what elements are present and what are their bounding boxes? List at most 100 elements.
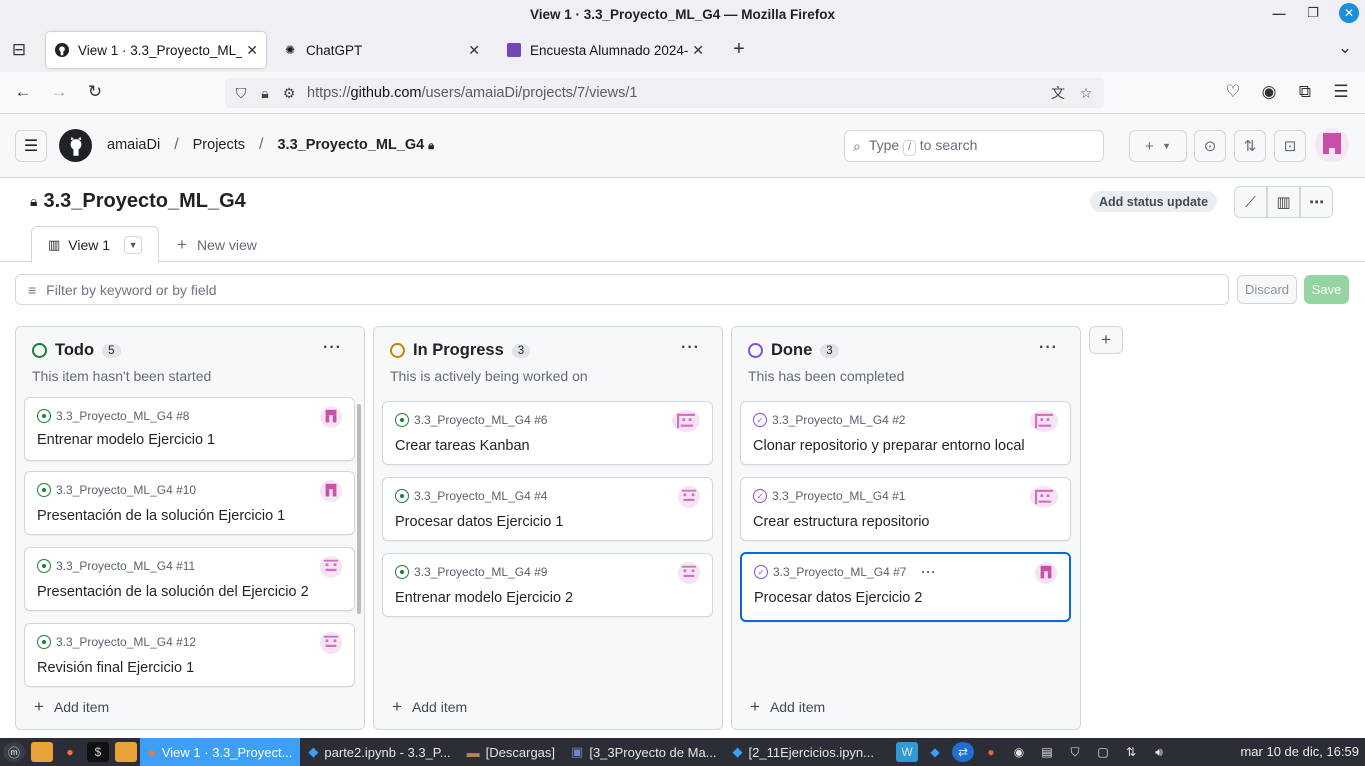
clipboard-icon[interactable]: ▤ [1036, 742, 1058, 762]
tab-close-icon[interactable]: ✕ [692, 42, 704, 59]
files-icon[interactable] [115, 742, 137, 762]
display-icon[interactable]: ▢ [1092, 742, 1114, 762]
board-card[interactable]: 3.3_Proyecto_ML_G4 #6 Crear tareas Kanba… [382, 401, 713, 465]
board-card[interactable]: ✓ 3.3_Proyecto_ML_G4 #7 ··· Procesar datos… [740, 552, 1071, 622]
pocket-icon[interactable]: ♡ [1222, 82, 1244, 102]
forward-icon[interactable]: → [48, 82, 70, 102]
taskbar-item-proyecto[interactable]: ▣ [3_3Proyecto de Ma... [563, 738, 724, 766]
board-card[interactable]: 3.3_Proyecto_ML_G4 #10 Presentación de l… [24, 471, 355, 535]
card-title[interactable]: Procesar datos Ejercicio 2 [754, 590, 922, 606]
pull-requests-button[interactable]: ⇅ [1234, 130, 1266, 162]
side-panel-icon[interactable]: ▥ [1267, 186, 1300, 218]
caret-down-icon[interactable]: ▼ [124, 235, 143, 254]
card-title[interactable]: Revisión final Ejercicio 1 [37, 660, 194, 676]
column-menu-icon[interactable]: ··· [681, 339, 700, 357]
eye-icon[interactable]: ◉ [1008, 742, 1030, 762]
assignee-avatar[interactable] [1030, 410, 1058, 432]
tab-close-icon[interactable]: ✕ [468, 42, 480, 59]
card-title[interactable]: Entrenar modelo Ejercicio 2 [395, 590, 573, 606]
insights-icon[interactable]: ⟋ [1234, 186, 1267, 218]
assignee-avatar[interactable] [672, 410, 700, 432]
permissions-icon[interactable]: ⚙ [277, 85, 301, 102]
board-card[interactable]: 3.3_Proyecto_ML_G4 #4 Procesar datos Eje… [382, 477, 713, 541]
column-menu-icon[interactable]: ··· [1039, 339, 1058, 357]
vscode-icon[interactable]: ◆ [924, 742, 946, 762]
board-card[interactable]: 3.3_Proyecto_ML_G4 #8 Entrenar modelo Ej… [24, 397, 355, 461]
search-input[interactable]: ⌕ Type / to search [844, 130, 1104, 162]
assignee-avatar[interactable] [1035, 562, 1057, 584]
menu-icon[interactable]: ☰ [1330, 82, 1352, 102]
card-title[interactable]: Procesar datos Ejercicio 1 [395, 514, 563, 530]
assignee-avatar[interactable] [1030, 486, 1058, 508]
breadcrumb-user[interactable]: amaiaDi [107, 137, 160, 153]
account-icon[interactable]: ◉ [1258, 82, 1280, 102]
card-reference[interactable]: 3.3_Proyecto_ML_G4 #9 [395, 565, 547, 579]
add-column-button[interactable]: + [1089, 326, 1123, 354]
filter-input[interactable]: ≡ Filter by keyword or by field [15, 274, 1229, 305]
card-reference[interactable]: 3.3_Proyecto_ML_G4 #6 [395, 413, 547, 427]
column-menu-icon[interactable]: ··· [323, 339, 342, 357]
tray-app-icon[interactable]: ● [980, 742, 1002, 762]
url-bar[interactable]: ⛉ 🔒︎ ⚙ https://github.com/users/amaiaDi/… [225, 78, 1104, 108]
hamburger-menu-icon[interactable]: ☰ [15, 130, 47, 162]
assignee-avatar[interactable] [678, 486, 700, 508]
add-item-button[interactable]: + Add item [392, 697, 467, 717]
clock[interactable]: mar 10 de dic, 16:59 [1240, 744, 1359, 759]
avatar[interactable] [1315, 128, 1349, 162]
card-reference[interactable]: 3.3_Proyecto_ML_G4 #12 [37, 635, 196, 649]
back-icon[interactable]: ← [12, 82, 34, 102]
more-options-icon[interactable]: ⋯ [1300, 186, 1333, 218]
assignee-avatar[interactable] [320, 632, 342, 654]
card-title[interactable]: Presentación de la solución del Ejercici… [37, 584, 309, 600]
taskbar-item-downloads[interactable]: ▬ [Descargas] [459, 738, 563, 766]
browser-tab-github[interactable]: View 1 · 3.3_Proyecto_ML_G4 ✕ [46, 32, 266, 68]
folder-icon[interactable] [31, 742, 53, 762]
breadcrumb-project[interactable]: 3.3_Proyecto_ML_G4 🔒︎ [277, 137, 434, 153]
firefox-view-icon[interactable]: ⊟ [8, 40, 30, 60]
tab-view-1[interactable]: ▥ View 1 ▼ [31, 226, 159, 263]
card-title[interactable]: Entrenar modelo Ejercicio 1 [37, 432, 215, 448]
tab-close-icon[interactable]: ✕ [246, 42, 258, 59]
save-button[interactable]: Save [1304, 275, 1349, 304]
board-card[interactable]: ✓ 3.3_Proyecto_ML_G4 #2 Clonar repositori… [740, 401, 1071, 465]
assignee-avatar[interactable] [678, 562, 700, 584]
teamviewer-icon[interactable]: ⇄ [952, 742, 975, 762]
assignee-avatar[interactable] [320, 556, 342, 578]
shield-icon[interactable]: ⛉ [1064, 742, 1086, 762]
card-reference[interactable]: 3.3_Proyecto_ML_G4 #4 [395, 489, 547, 503]
translate-icon[interactable]: 文 [1046, 83, 1070, 103]
volume-icon[interactable]: 🔊︎ [1148, 742, 1170, 762]
minimize-icon[interactable]: — [1271, 6, 1287, 21]
network-icon[interactable]: ⇅ [1120, 742, 1142, 762]
column-scrollbar[interactable] [357, 404, 361, 614]
card-title[interactable]: Crear tareas Kanban [395, 438, 530, 454]
inbox-button[interactable]: ⊡ [1274, 130, 1306, 162]
board-card[interactable]: 3.3_Proyecto_ML_G4 #12 Revisión final Ej… [24, 623, 355, 687]
card-reference[interactable]: 3.3_Proyecto_ML_G4 #10 [37, 483, 196, 497]
tab-list-chevron-icon[interactable]: ⌄ [1334, 38, 1356, 58]
browser-tab-forms[interactable]: Encuesta Alumnado 2024-2025 ✕ [498, 32, 712, 68]
discard-button[interactable]: Discard [1237, 275, 1297, 304]
shield-icon[interactable]: ⛉ [229, 85, 253, 102]
card-reference[interactable]: 3.3_Proyecto_ML_G4 #11 [37, 559, 195, 573]
card-title[interactable]: Clonar repositorio y preparar entorno lo… [753, 438, 1025, 454]
card-title[interactable]: Crear estructura repositorio [753, 514, 930, 530]
firefox-icon[interactable]: ● [59, 742, 81, 762]
card-menu-icon[interactable]: ··· [921, 565, 936, 579]
breadcrumb-projects[interactable]: Projects [193, 137, 245, 153]
add-status-update-button[interactable]: Add status update [1090, 191, 1218, 212]
taskbar-item-firefox[interactable]: ● View 1 · 3.3_Proyect... [140, 738, 301, 766]
extensions-icon[interactable]: ⧉ [1294, 82, 1316, 102]
card-reference[interactable]: ✓ 3.3_Proyecto_ML_G4 #1 [753, 489, 905, 503]
board-card[interactable]: 3.3_Proyecto_ML_G4 #11 Presentación de l… [24, 547, 355, 611]
add-item-button[interactable]: + Add item [34, 697, 109, 717]
taskbar-item-vscode[interactable]: ◆ parte2.ipynb - 3.3_P... [300, 738, 458, 766]
card-reference[interactable]: ✓ 3.3_Proyecto_ML_G4 #2 [753, 413, 905, 427]
assignee-avatar[interactable] [320, 480, 342, 502]
new-view-button[interactable]: + New view [177, 235, 257, 255]
create-new-button[interactable]: + ▼ [1129, 130, 1187, 162]
add-item-button[interactable]: + Add item [750, 697, 825, 717]
reload-icon[interactable]: ↻ [84, 82, 106, 102]
card-title[interactable]: Presentación de la solución Ejercicio 1 [37, 508, 285, 524]
card-reference[interactable]: 3.3_Proyecto_ML_G4 #8 [37, 409, 189, 423]
